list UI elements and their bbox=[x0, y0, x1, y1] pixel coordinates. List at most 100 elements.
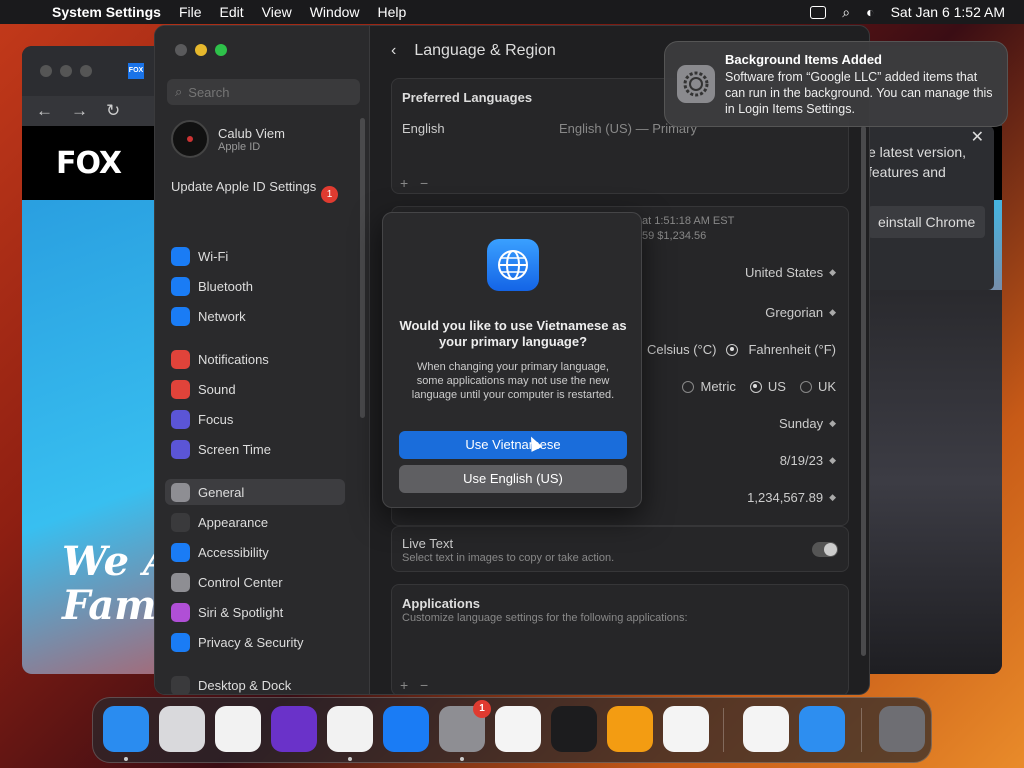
chrome-icon[interactable] bbox=[327, 706, 373, 752]
close-icon[interactable]: ✕ bbox=[971, 128, 984, 148]
remove-app-button[interactable]: − bbox=[420, 677, 428, 693]
sidebar-item-desktop-dock[interactable]: Desktop & Dock bbox=[165, 672, 345, 694]
metric-radio[interactable] bbox=[682, 380, 695, 393]
fahrenheit-label[interactable]: Fahrenheit (°F) bbox=[748, 342, 836, 357]
metric-label[interactable]: Metric bbox=[700, 379, 735, 394]
page-title: Language & Region bbox=[414, 42, 556, 59]
app-store-icon[interactable] bbox=[383, 706, 429, 752]
video-thumbnail bbox=[870, 290, 1002, 674]
terminal-icon[interactable] bbox=[551, 706, 597, 752]
visual-studio-icon[interactable] bbox=[743, 706, 789, 752]
stepper-icon: ◆ bbox=[829, 455, 836, 465]
hourglass-icon bbox=[171, 439, 190, 459]
date-format-select[interactable]: 8/19/23 ◆ bbox=[780, 453, 836, 468]
search-input[interactable] bbox=[188, 84, 349, 100]
back-arrow-icon[interactable]: ← bbox=[36, 101, 53, 121]
add-app-button[interactable]: + bbox=[400, 677, 408, 693]
sidebar-item-bluetooth[interactable]: Bluetooth bbox=[165, 273, 345, 299]
uk-radio[interactable] bbox=[799, 380, 812, 393]
menu-file[interactable]: File bbox=[170, 4, 211, 20]
sidebar-item-label: Notifications bbox=[198, 351, 269, 367]
sidebar-item-general[interactable]: General bbox=[165, 479, 345, 505]
sidebar-item-control-center[interactable]: Control Center bbox=[165, 569, 345, 595]
uk-label[interactable]: UK bbox=[818, 379, 836, 394]
applications-panel: Applications Customize language settings… bbox=[391, 584, 849, 694]
calendar-select[interactable]: Gregorian ◆ bbox=[765, 305, 836, 320]
sidebar-item-sound[interactable]: Sound bbox=[165, 376, 345, 402]
sidebar-item-network[interactable]: Network bbox=[165, 303, 345, 329]
forward-arrow-icon[interactable]: → bbox=[71, 101, 88, 121]
menu-help[interactable]: Help bbox=[369, 4, 416, 20]
sidebar-item-notifications[interactable]: Notifications bbox=[165, 346, 345, 372]
sidebar-item-siri-spotlight[interactable]: Siri & Spotlight bbox=[165, 599, 345, 625]
stepper-icon: ◆ bbox=[829, 267, 836, 277]
update-panel-text: e latest version, features and bbox=[868, 144, 967, 180]
background-items-notification[interactable]: Background Items Added Software from “Go… bbox=[664, 41, 1008, 127]
number-format-select[interactable]: 1,234,567.89 ◆ bbox=[747, 490, 836, 505]
window-close-button[interactable] bbox=[40, 65, 52, 77]
sidebar-item-appearance[interactable]: Appearance bbox=[165, 509, 345, 535]
menu-window[interactable]: Window bbox=[301, 4, 369, 20]
vscode-icon[interactable] bbox=[663, 706, 709, 752]
format-preview-number: 59 $1,234.56 bbox=[642, 230, 707, 242]
sidebar-scrollbar[interactable] bbox=[360, 118, 365, 418]
trash-icon[interactable] bbox=[879, 706, 925, 752]
weather-icon[interactable] bbox=[799, 706, 845, 752]
menu-app-name[interactable]: System Settings bbox=[36, 4, 170, 20]
fahrenheit-radio[interactable] bbox=[726, 343, 739, 356]
reinstall-chrome-button[interactable]: einstall Chrome bbox=[868, 206, 986, 238]
dock: 1 bbox=[92, 697, 932, 763]
minimize-window-button[interactable] bbox=[195, 44, 207, 56]
firefox-icon[interactable] bbox=[271, 706, 317, 752]
close-window-button[interactable] bbox=[175, 44, 187, 56]
launchpad-icon[interactable] bbox=[159, 706, 205, 752]
language-name[interactable]: English bbox=[402, 121, 445, 136]
sidebar-item-privacy-security[interactable]: Privacy & Security bbox=[165, 629, 345, 655]
sidebar-item-label: Focus bbox=[198, 411, 234, 427]
first-day-select[interactable]: Sunday ◆ bbox=[779, 416, 836, 431]
fox-logo[interactable]: FOX bbox=[56, 146, 122, 181]
sidebar-item-accessibility[interactable]: Accessibility bbox=[165, 539, 345, 565]
screen-mirroring-icon[interactable] bbox=[810, 5, 827, 19]
sidebar-search[interactable]: ⌕ bbox=[167, 79, 360, 105]
window-zoom-button[interactable] bbox=[80, 65, 92, 77]
fox-tab-favicon[interactable]: FOX bbox=[128, 63, 144, 79]
sidebar-item-focus[interactable]: Focus bbox=[165, 406, 345, 432]
control-center-icon[interactable]: ◐ bbox=[866, 4, 874, 20]
region-select[interactable]: United States ◆ bbox=[745, 265, 836, 280]
safari-icon[interactable] bbox=[215, 706, 261, 752]
dialog-message: When changing your primary language, som… bbox=[411, 361, 615, 401]
textedit-icon[interactable] bbox=[495, 706, 541, 752]
apple-id-account[interactable]: Calub Viem Apple ID bbox=[171, 120, 285, 158]
window-minimize-button[interactable] bbox=[60, 65, 72, 77]
content-scrollbar[interactable] bbox=[861, 126, 866, 656]
zoom-window-button[interactable] bbox=[215, 44, 227, 56]
use-vietnamese-button[interactable]: Use Vietnamese bbox=[399, 431, 627, 459]
sidebar-item-label: Appearance bbox=[198, 514, 269, 530]
back-chevron-icon[interactable]: ‹ bbox=[391, 42, 396, 60]
sidebar-item-wi-fi[interactable]: Wi-Fi bbox=[165, 243, 345, 269]
garageband-icon[interactable] bbox=[607, 706, 653, 752]
sidebar-item-label: Siri & Spotlight bbox=[198, 604, 284, 620]
menubar-clock[interactable]: Sat Jan 6 1:52 AM bbox=[891, 4, 1005, 20]
menu-edit[interactable]: Edit bbox=[211, 4, 253, 20]
live-text-toggle[interactable] bbox=[812, 542, 838, 557]
user-subtitle: Apple ID bbox=[218, 140, 261, 153]
system-settings-icon[interactable]: 1 bbox=[439, 700, 491, 752]
spotlight-search-icon[interactable]: ⌕ bbox=[842, 4, 850, 21]
us-radio[interactable] bbox=[749, 380, 762, 393]
dock-icon bbox=[171, 675, 190, 694]
use-english-button[interactable]: Use English (US) bbox=[399, 465, 627, 493]
avatar bbox=[171, 120, 209, 158]
update-apple-id-settings[interactable]: Update Apple ID Settings 1 bbox=[171, 179, 341, 203]
menu-view[interactable]: View bbox=[253, 4, 301, 20]
finder-icon[interactable] bbox=[103, 706, 149, 752]
reload-icon[interactable]: ↻ bbox=[106, 101, 120, 121]
remove-language-button[interactable]: − bbox=[420, 175, 428, 191]
notification-title: Background Items Added bbox=[725, 52, 882, 67]
celsius-label[interactable]: Celsius (°C) bbox=[647, 342, 716, 357]
update-label: Update Apple ID Settings bbox=[171, 179, 317, 194]
sidebar-item-screen-time[interactable]: Screen Time bbox=[165, 436, 345, 462]
us-label[interactable]: US bbox=[768, 379, 786, 394]
add-language-button[interactable]: + bbox=[400, 175, 408, 191]
